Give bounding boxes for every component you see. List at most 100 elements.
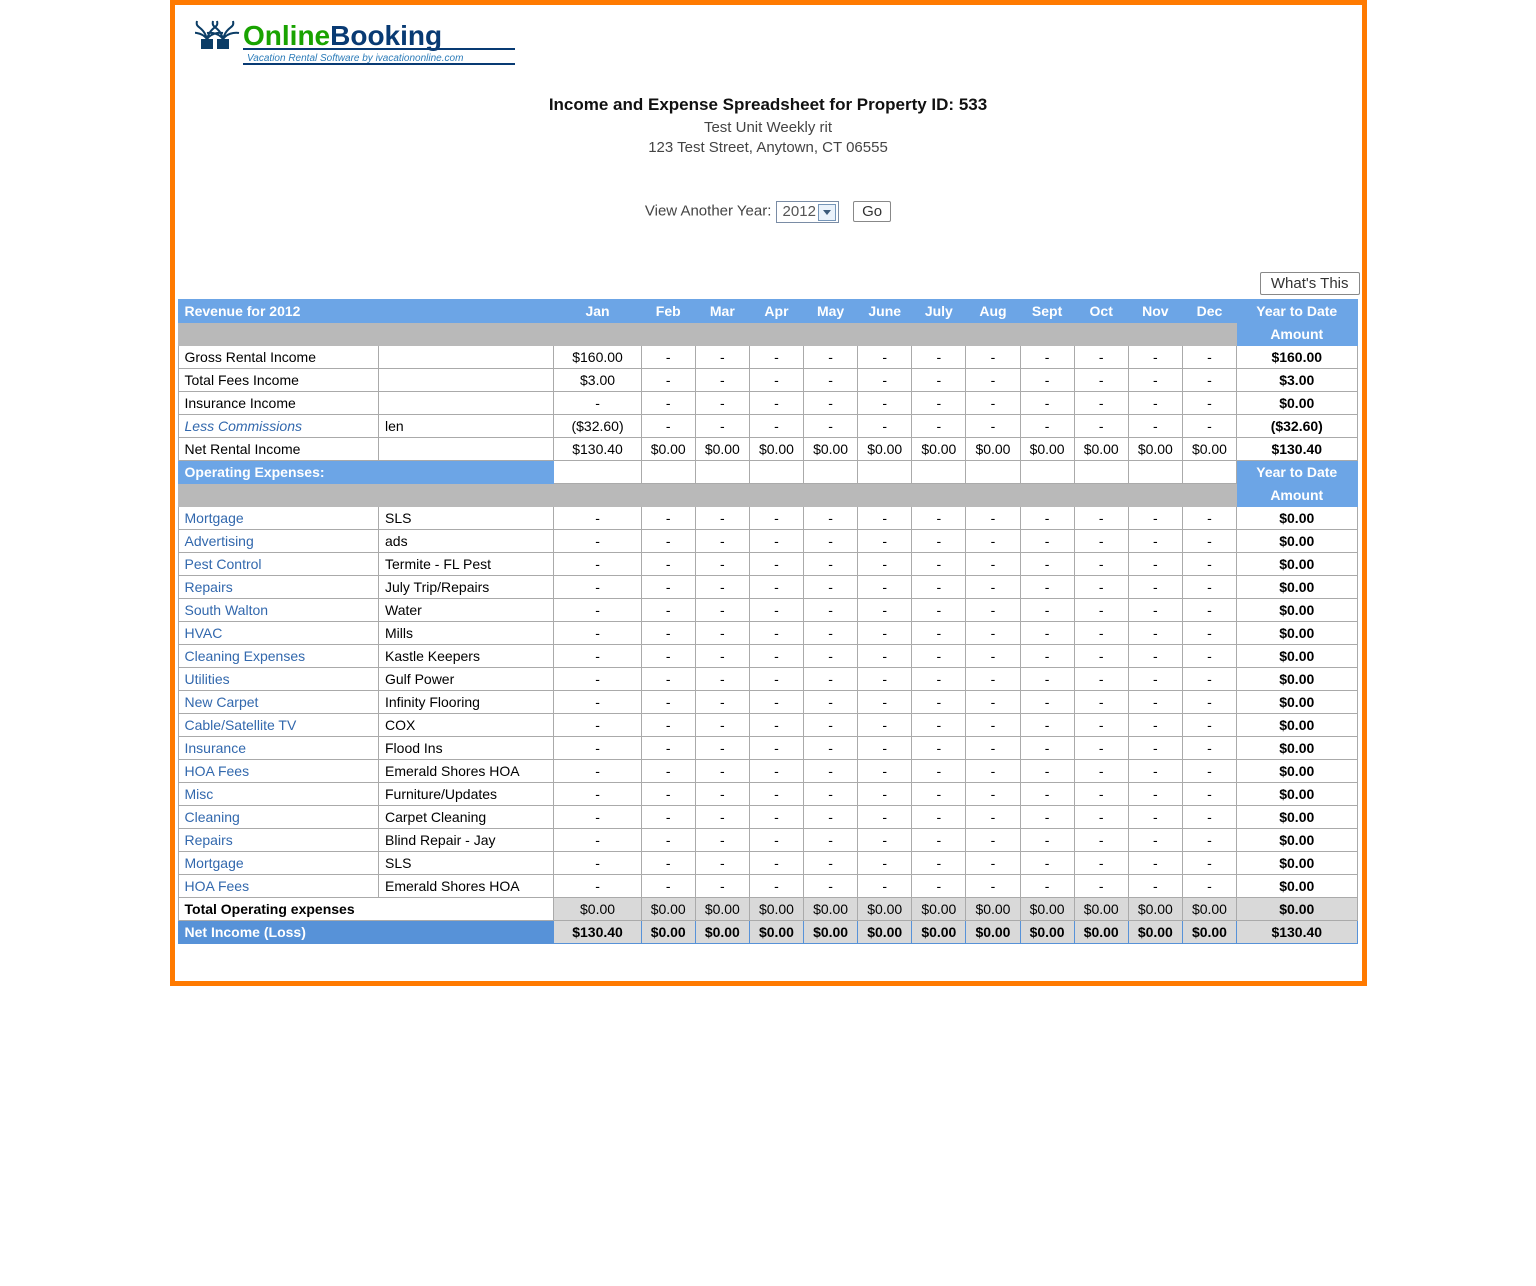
expense-row-vendor-7: Gulf Power	[379, 668, 554, 691]
expense-ytd-7: $0.00	[1237, 668, 1357, 691]
month-header-sept: Sept	[1020, 300, 1074, 323]
expense-cell-1-4: -	[804, 530, 858, 553]
expense-row-label-12[interactable]: Misc	[178, 783, 379, 806]
net-rental-cell-5: $0.00	[858, 438, 912, 461]
expense-cell-11-4: -	[804, 760, 858, 783]
whats-this-button[interactable]: What's This	[1260, 272, 1360, 295]
expense-row-label-3[interactable]: Repairs	[178, 576, 379, 599]
revenue-cell-2-11: -	[1182, 392, 1236, 415]
revenue-cell-1-1: -	[641, 369, 695, 392]
year-select[interactable]: 2012	[776, 201, 839, 223]
expense-cell-13-11: -	[1182, 806, 1236, 829]
expense-cell-4-6: -	[912, 599, 966, 622]
expense-cell-7-9: -	[1074, 668, 1128, 691]
net-income-cell-4: $0.00	[804, 921, 858, 944]
expense-row-label-11[interactable]: HOA Fees	[178, 760, 379, 783]
expenses-ytd-header: Year to Date	[1237, 461, 1357, 484]
expense-cell-13-10: -	[1128, 806, 1182, 829]
revenue-section-title: Revenue for 2012	[178, 300, 379, 323]
expense-ytd-2: $0.00	[1237, 553, 1357, 576]
net-income-cell-7: $0.00	[966, 921, 1020, 944]
expense-cell-6-9: -	[1074, 645, 1128, 668]
expense-cell-3-8: -	[1020, 576, 1074, 599]
expense-cell-10-6: -	[912, 737, 966, 760]
revenue-cell-1-11: -	[1182, 369, 1236, 392]
expense-row-label-10[interactable]: Insurance	[178, 737, 379, 760]
expense-cell-11-8: -	[1020, 760, 1074, 783]
net-rental-cell-6: $0.00	[912, 438, 966, 461]
net-rental-cell-7: $0.00	[966, 438, 1020, 461]
expense-cell-12-4: -	[804, 783, 858, 806]
expense-cell-2-1: -	[641, 553, 695, 576]
expense-cell-4-0: -	[554, 599, 641, 622]
expense-cell-8-11: -	[1182, 691, 1236, 714]
expense-row-label-8[interactable]: New Carpet	[178, 691, 379, 714]
expense-row-label-2[interactable]: Pest Control	[178, 553, 379, 576]
expense-row-label-9[interactable]: Cable/Satellite TV	[178, 714, 379, 737]
revenue-cell-1-2: -	[695, 369, 749, 392]
expense-ytd-4: $0.00	[1237, 599, 1357, 622]
app-logo: OnlineBooking Vacation Rental Software b…	[195, 11, 525, 71]
expense-cell-6-2: -	[695, 645, 749, 668]
total-expenses-ytd: $0.00	[1237, 898, 1357, 921]
revenue-row-vendor-3: len	[379, 415, 554, 438]
revenue-cell-3-9: -	[1074, 415, 1128, 438]
expense-cell-9-10: -	[1128, 714, 1182, 737]
expense-row-label-15[interactable]: Mortgage	[178, 852, 379, 875]
expense-cell-13-1: -	[641, 806, 695, 829]
expense-cell-2-6: -	[912, 553, 966, 576]
month-header-may: May	[804, 300, 858, 323]
expense-row-label-6[interactable]: Cleaning Expenses	[178, 645, 379, 668]
expense-cell-11-9: -	[1074, 760, 1128, 783]
expense-cell-11-5: -	[858, 760, 912, 783]
expense-row-vendor-1: ads	[379, 530, 554, 553]
expense-cell-8-8: -	[1020, 691, 1074, 714]
net-income-cell-11: $0.00	[1182, 921, 1236, 944]
expense-row-label-14[interactable]: Repairs	[178, 829, 379, 852]
month-header-apr: Apr	[749, 300, 803, 323]
expense-cell-15-2: -	[695, 852, 749, 875]
expense-cell-13-3: -	[749, 806, 803, 829]
expense-ytd-6: $0.00	[1237, 645, 1357, 668]
expense-cell-4-9: -	[1074, 599, 1128, 622]
expense-cell-14-6: -	[912, 829, 966, 852]
expense-cell-2-2: -	[695, 553, 749, 576]
amount-header: Amount	[1237, 323, 1357, 346]
expense-cell-12-8: -	[1020, 783, 1074, 806]
revenue-cell-0-4: -	[804, 346, 858, 369]
revenue-row-vendor-1	[379, 369, 554, 392]
logo-tagline: Vacation Rental Software by ivacationonl…	[247, 53, 463, 64]
revenue-cell-2-4: -	[804, 392, 858, 415]
expense-cell-11-3: -	[749, 760, 803, 783]
expense-cell-5-7: -	[966, 622, 1020, 645]
expense-ytd-16: $0.00	[1237, 875, 1357, 898]
expense-cell-8-0: -	[554, 691, 641, 714]
expense-cell-8-2: -	[695, 691, 749, 714]
expense-row-label-5[interactable]: HVAC	[178, 622, 379, 645]
expense-row-label-0[interactable]: Mortgage	[178, 507, 379, 530]
revenue-ytd-3: ($32.60)	[1237, 415, 1357, 438]
expense-row-label-4[interactable]: South Walton	[178, 599, 379, 622]
expense-cell-8-6: -	[912, 691, 966, 714]
expense-cell-12-9: -	[1074, 783, 1128, 806]
expense-cell-9-6: -	[912, 714, 966, 737]
expense-ytd-12: $0.00	[1237, 783, 1357, 806]
net-income-cell-2: $0.00	[695, 921, 749, 944]
expense-ytd-10: $0.00	[1237, 737, 1357, 760]
expense-cell-15-11: -	[1182, 852, 1236, 875]
revenue-cell-0-5: -	[858, 346, 912, 369]
expense-cell-7-0: -	[554, 668, 641, 691]
expense-row-label-1[interactable]: Advertising	[178, 530, 379, 553]
expense-row-label-13[interactable]: Cleaning	[178, 806, 379, 829]
expense-cell-11-1: -	[641, 760, 695, 783]
expense-row-label-7[interactable]: Utilities	[178, 668, 379, 691]
expense-cell-3-0: -	[554, 576, 641, 599]
expense-row-label-16[interactable]: HOA Fees	[178, 875, 379, 898]
expense-cell-0-10: -	[1128, 507, 1182, 530]
expense-cell-3-10: -	[1128, 576, 1182, 599]
revenue-cell-2-8: -	[1020, 392, 1074, 415]
go-button[interactable]: Go	[853, 201, 891, 222]
expense-cell-0-11: -	[1182, 507, 1236, 530]
net-income-cell-1: $0.00	[641, 921, 695, 944]
total-expenses-cell-11: $0.00	[1182, 898, 1236, 921]
